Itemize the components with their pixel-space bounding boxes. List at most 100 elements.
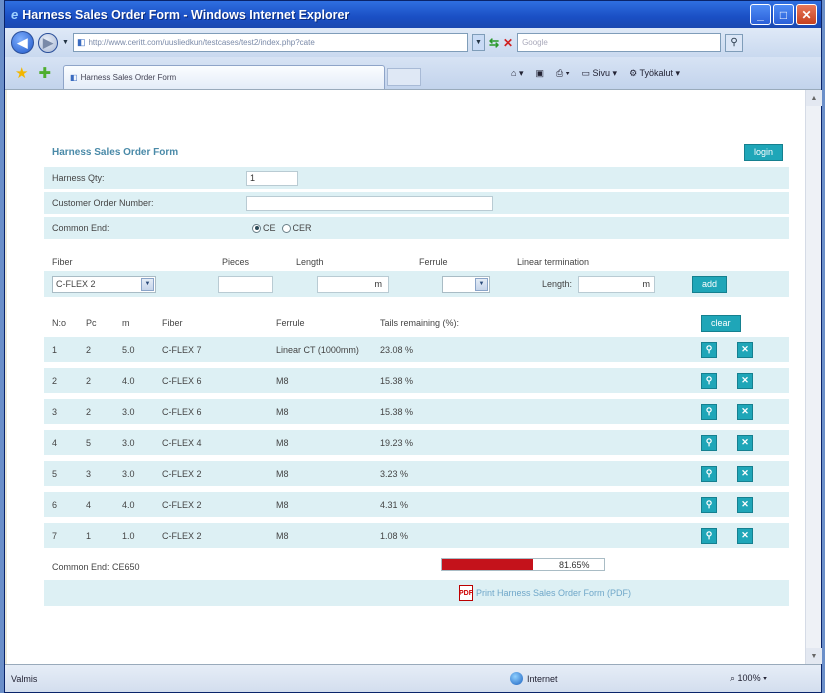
order-table-body: 1 2 5.0 C-FLEX 7 Linear CT (1000mm) 23.08 % ⚲…	[44, 337, 789, 548]
view-icon[interactable]: ⚲	[701, 403, 717, 420]
view-icon[interactable]: ⚲	[701, 372, 717, 389]
table-row: 7 1 1.0 C-FLEX 2 M8 1.08 % ⚲ ✕	[44, 523, 789, 548]
radio-ce-dot[interactable]	[252, 223, 261, 233]
length-input[interactable]: m	[317, 275, 389, 293]
table-row: 1 2 5.0 C-FLEX 7 Linear CT (1000mm) 23.08 % ⚲…	[44, 337, 789, 362]
linear-termination-header: Linear termination	[517, 257, 590, 267]
col-no: N:o	[52, 318, 67, 328]
maximize-button[interactable]: □	[773, 4, 794, 25]
table-row: 2 2 4.0 C-FLEX 6 M8 15.38 % ⚲ ✕	[44, 368, 789, 393]
fiber-entry-row: C-FLEX 2 ▼ m ▼ Length: m add	[44, 271, 789, 297]
common-end-label: Common End:	[52, 223, 110, 233]
add-favorites-icon[interactable]: ✚	[38, 64, 51, 82]
fiber-header: Fiber	[52, 257, 73, 267]
common-end-row: Common End: CE CER	[44, 217, 789, 239]
col-tails: Tails remaining (%):	[380, 318, 460, 328]
security-zone: Internet	[510, 672, 730, 685]
home-icon[interactable]: ⌂ ▾	[511, 68, 523, 79]
zoom-control[interactable]: ⌕ 100% ▾	[730, 673, 767, 684]
linear-length-input[interactable]: m	[578, 275, 656, 293]
table-row: 5 3 3.0 C-FLEX 2 M8 3.23 % ⚲ ✕	[44, 461, 789, 486]
add-button[interactable]: add	[692, 275, 728, 293]
feeds-icon[interactable]: ▣	[536, 68, 545, 79]
recent-pages-icon[interactable]: ▼	[62, 39, 69, 46]
login-button[interactable]: login	[743, 143, 783, 161]
status-bar: Valmis Internet ⌕ 100% ▾	[5, 664, 821, 692]
view-icon[interactable]: ⚲	[701, 341, 717, 358]
view-icon[interactable]: ⚲	[701, 465, 717, 482]
linear-length-label: Length:	[542, 279, 573, 289]
radio-cer-dot[interactable]	[281, 223, 291, 233]
col-fiber: Fiber	[162, 318, 183, 328]
title-bar: e Harness Sales Order Form - Windows Int…	[5, 1, 821, 28]
pieces-input[interactable]	[218, 275, 273, 293]
harness-qty-label: Harness Qty:	[52, 173, 105, 183]
tools-menu[interactable]: ⚙ Työkalut ▾	[629, 68, 680, 79]
scroll-down-icon[interactable]: ▼	[806, 648, 822, 664]
vertical-scrollbar[interactable]: ▲ ▼	[805, 90, 822, 664]
table-row: 6 4 4.0 C-FLEX 2 M8 4.31 % ⚲ ✕	[44, 492, 789, 517]
search-icon: ⚲	[730, 37, 738, 48]
ferrule-select[interactable]: ▼	[442, 275, 490, 293]
pdf-icon: PDF	[458, 585, 473, 601]
url-dropdown-icon[interactable]: ▼	[471, 34, 485, 51]
pdf-row: PDF Print Harness Sales Order Form (PDF)	[44, 580, 789, 606]
tab-harness-sales-order-form[interactable]: ◧ Harness Sales Order Form	[63, 65, 386, 89]
pieces-header: Pieces	[222, 257, 250, 267]
table-row: 3 2 3.0 C-FLEX 6 M8 15.38 % ⚲ ✕	[44, 399, 789, 424]
search-button[interactable]: ⚲	[725, 33, 744, 52]
view-icon[interactable]: ⚲	[701, 496, 717, 513]
col-m: m	[122, 318, 130, 328]
favorites-star-icon[interactable]: ★	[15, 64, 28, 82]
radio-cer[interactable]: CER	[281, 223, 312, 233]
harness-qty-row: Harness Qty: 1	[44, 167, 789, 189]
view-icon[interactable]: ⚲	[701, 527, 717, 544]
customer-order-input[interactable]	[246, 195, 493, 211]
delete-icon[interactable]: ✕	[737, 465, 753, 482]
progress-bar: 81.65%	[441, 558, 605, 571]
page-viewport: Harness Sales Order Form login Harness Q…	[7, 90, 806, 664]
delete-icon[interactable]: ✕	[737, 403, 753, 420]
ferrule-header: Ferrule	[419, 257, 448, 267]
table-header: N:o Pc m Fiber Ferrule Tails remaining (…	[44, 309, 789, 337]
sales-order-form: Harness Sales Order Form login Harness Q…	[44, 137, 789, 606]
chevron-down-icon: ▼	[475, 277, 488, 291]
status-text: Valmis	[11, 673, 38, 684]
back-button[interactable]: ◀	[11, 31, 34, 54]
page-icon: ◧	[70, 73, 78, 82]
table-row: 4 5 3.0 C-FLEX 4 M8 19.23 % ⚲ ✕	[44, 430, 789, 455]
customer-order-label: Customer Order Number:	[52, 198, 154, 208]
delete-icon[interactable]: ✕	[737, 496, 753, 513]
chevron-down-icon: ▼	[141, 277, 154, 291]
harness-qty-input[interactable]: 1	[246, 170, 298, 186]
forward-button[interactable]: ▶	[38, 32, 58, 53]
col-pc: Pc	[86, 318, 97, 328]
delete-icon[interactable]: ✕	[737, 372, 753, 389]
page-icon: ◧	[76, 37, 86, 47]
progress-fill	[442, 559, 533, 570]
common-end-summary: Common End: CE650	[52, 562, 140, 572]
window-title: Harness Sales Order Form - Windows Inter…	[22, 7, 350, 22]
delete-icon[interactable]: ✕	[737, 434, 753, 451]
ie-logo-icon: e	[11, 7, 19, 22]
progress-label: 81.65%	[559, 560, 590, 570]
form-title: Harness Sales Order Form	[52, 146, 179, 158]
delete-icon[interactable]: ✕	[737, 341, 753, 358]
radio-ce[interactable]: CE	[252, 223, 276, 233]
minimize-button[interactable]: _	[750, 4, 771, 25]
print-icon[interactable]: ⎙ ▾	[556, 68, 569, 79]
new-tab-button[interactable]	[387, 68, 422, 86]
scroll-up-icon[interactable]: ▲	[806, 90, 822, 106]
stop-icon[interactable]: ✕	[503, 36, 513, 50]
refresh-icon[interactable]: ⇆	[489, 36, 499, 50]
page-menu[interactable]: ▭ Sivu ▾	[582, 68, 618, 79]
view-icon[interactable]: ⚲	[701, 434, 717, 451]
print-pdf-link[interactable]: Print Harness Sales Order Form (PDF)	[476, 588, 631, 598]
close-button[interactable]: ✕	[796, 4, 817, 25]
clear-button[interactable]: clear	[701, 314, 741, 332]
browser-window: e Harness Sales Order Form - Windows Int…	[4, 0, 822, 693]
fiber-select[interactable]: C-FLEX 2 ▼	[52, 275, 156, 293]
search-input[interactable]: Google	[517, 33, 722, 52]
url-field[interactable]: ◧ http://www.ceritt.com/uusliedkun/testc…	[72, 33, 468, 52]
delete-icon[interactable]: ✕	[737, 527, 753, 544]
